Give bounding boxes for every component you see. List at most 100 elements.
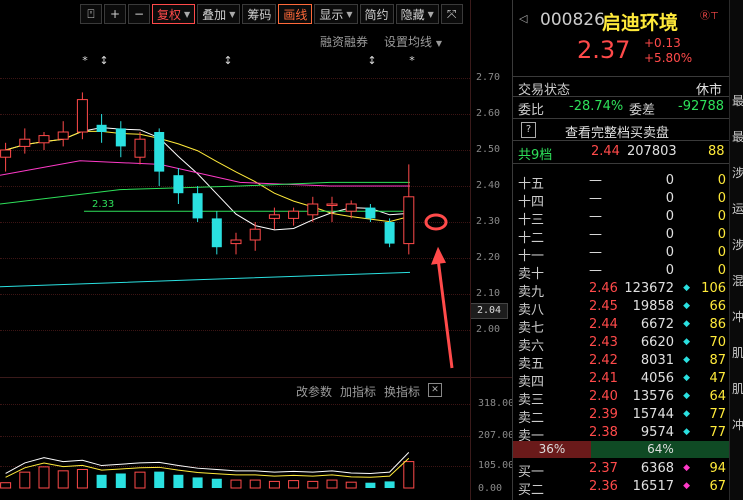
change-percent: +5.80% — [644, 51, 693, 65]
candle-body — [57, 131, 69, 140]
side-tab-label[interactable]: 肌 — [732, 344, 743, 361]
ask-level-row[interactable]: 十二 —0 0 — [513, 226, 730, 246]
ask-level-count: 0 — [717, 245, 726, 260]
cursor-price-box: 2.04 — [470, 303, 508, 319]
side-tab-label[interactable]: 涉 — [732, 236, 743, 253]
volume-tick: 207.00 — [478, 430, 515, 441]
zoom-out-icon[interactable]: − — [128, 4, 150, 24]
yincang-button[interactable]: 隐藏 ▼ — [395, 4, 439, 24]
ask-level-volume: 0 — [665, 209, 674, 224]
ma120-line — [0, 271, 411, 288]
ask-level-row[interactable]: 卖五 2.42 8031 87 ◆ — [513, 352, 730, 372]
kline-chart-area[interactable]: ⍞ + − 复权 ▼ 叠加 ▼ 筹码 画线 显示 ▼ 简约 隐藏 ▼ ⤧ 融资融券 设置… — [0, 0, 515, 500]
order-marker-icon: ◆ — [683, 301, 690, 311]
ask-level-row[interactable]: 卖八 2.45 19858 66 ◆ — [513, 298, 730, 318]
ask-level-price: 2.42 — [589, 353, 618, 368]
candle-body — [268, 214, 280, 219]
chevron-down-icon: ▼ — [229, 9, 236, 19]
weibi-row: 委比 -28.74% 委差 -92788 — [513, 98, 730, 118]
bid-level-count: 67 — [709, 479, 726, 494]
buy-ratio: 36% — [513, 441, 591, 458]
full-orderbook-link[interactable]: ? 查看完整档买卖盘 — [513, 121, 730, 141]
volume-bar — [134, 471, 146, 489]
ask-level-row[interactable]: 卖六 2.43 6620 70 ◆ — [513, 334, 730, 354]
add-indicator-link[interactable]: 加指标 — [340, 383, 376, 400]
xianshi-label: 显示 — [319, 7, 344, 22]
params-link[interactable]: 改参数 — [296, 383, 332, 400]
question-icon[interactable]: ? — [521, 122, 536, 138]
event-marker-icon: ↕ — [223, 54, 232, 67]
ask-level-price: — — [589, 173, 602, 188]
diejia-button[interactable]: 叠加 ▼ — [197, 4, 241, 24]
order-marker-icon: ◆ — [683, 355, 690, 365]
side-tab-label[interactable]: 最 — [732, 92, 743, 109]
volume-tick: 105.00 — [478, 460, 515, 471]
xianshi-button[interactable]: 显示 ▼ — [314, 4, 358, 24]
side-tab-label[interactable]: 肌 — [732, 380, 743, 397]
ask-level-row[interactable]: 卖一 2.38 9574 77 ◆ — [513, 424, 730, 444]
close-icon[interactable]: ✕ — [428, 383, 443, 397]
zoom-in-icon[interactable]: + — [104, 4, 126, 24]
ask-level-volume: 0 — [665, 245, 674, 260]
candle-body — [326, 203, 338, 206]
expand-icon[interactable]: ⤧ — [440, 4, 463, 24]
levels-count: 88 — [708, 144, 725, 159]
price-tick: 2.10 — [476, 288, 501, 299]
side-tab-label[interactable]: 涉 — [732, 164, 743, 181]
candle-body — [211, 218, 222, 248]
bid-level-row[interactable]: 买一 2.37 6368 94 ◆ — [513, 460, 730, 480]
fuquan-button[interactable]: 复权 ▼ — [152, 4, 196, 24]
ask-level-count: 0 — [717, 263, 726, 278]
ask-level-row[interactable]: 卖三 2.40 13576 64 ◆ — [513, 388, 730, 408]
volume-svg — [0, 451, 415, 489]
bid-level-volume: 6368 — [640, 461, 674, 476]
divider — [513, 163, 730, 164]
volume-bar — [249, 479, 261, 489]
side-tab-label[interactable]: 最 — [732, 128, 743, 145]
side-tab-label[interactable]: 混 — [732, 272, 743, 289]
volume-bar — [307, 480, 319, 489]
side-tab-label[interactable]: 冲 — [732, 308, 743, 325]
ask-level-row[interactable]: 十四 —0 0 — [513, 190, 730, 210]
candle-body — [230, 239, 242, 245]
huaxian-button[interactable]: 画线 — [278, 4, 313, 24]
side-tab-label[interactable]: 运 — [732, 200, 743, 217]
ask-level-row[interactable]: 卖九 2.46 123672 106 ◆ — [513, 280, 730, 300]
jianyue-button[interactable]: 简约 — [359, 4, 394, 24]
candle-body — [0, 149, 12, 158]
lock-icon[interactable]: ⍞ — [80, 4, 102, 24]
ask-level-row[interactable]: 卖十 —0 0 — [513, 262, 730, 282]
switch-indicator-link[interactable]: 换指标 — [384, 383, 420, 400]
ask-level-row[interactable]: 卖四 2.41 4056 47 ◆ — [513, 370, 730, 390]
ask-level-count: 86 — [709, 317, 726, 332]
ask-level-row[interactable]: 十一 —0 0 — [513, 244, 730, 264]
ask-level-volume: 8031 — [640, 353, 674, 368]
side-tab-label[interactable]: 冲 — [732, 416, 743, 433]
candle-body — [19, 138, 31, 147]
event-marker-icon: ↕ — [99, 54, 108, 67]
bid-level-row[interactable]: 买二 2.36 16517 67 ◆ — [513, 478, 730, 498]
ask-level-row[interactable]: 卖七 2.44 6672 86 ◆ — [513, 316, 730, 336]
price-tick: 2.70 — [476, 72, 501, 83]
ask-level-price: 2.41 — [589, 371, 618, 386]
ask-level-price: 2.38 — [589, 425, 618, 440]
divider — [513, 96, 730, 97]
chevron-left-icon[interactable]: ◁ — [519, 12, 529, 25]
ask-level-price: — — [589, 209, 602, 224]
order-marker-icon: ◆ — [683, 427, 690, 437]
ask-level-volume: 6672 — [640, 317, 674, 332]
ask-level-row[interactable]: 十三 —0 0 — [513, 208, 730, 228]
weibi-label: 委比 — [518, 103, 545, 118]
price-tick: 2.30 — [476, 216, 501, 227]
ask-level-volume: 4056 — [640, 371, 674, 386]
ask-level-row[interactable]: 十五 —0 0 — [513, 172, 730, 192]
event-marker-icon: * — [409, 54, 415, 67]
annotation-arrow-shaft — [436, 258, 454, 369]
stock-code: 000826 — [540, 10, 605, 30]
chouma-button[interactable]: 筹码 — [242, 4, 277, 24]
bid-level-price: 2.36 — [589, 479, 618, 494]
volume-ma-line — [5, 451, 410, 474]
change-value: +0.13 — [644, 36, 681, 50]
ask-level-row[interactable]: 卖二 2.39 15744 77 ◆ — [513, 406, 730, 426]
chevron-down-icon: ▼ — [427, 9, 434, 19]
